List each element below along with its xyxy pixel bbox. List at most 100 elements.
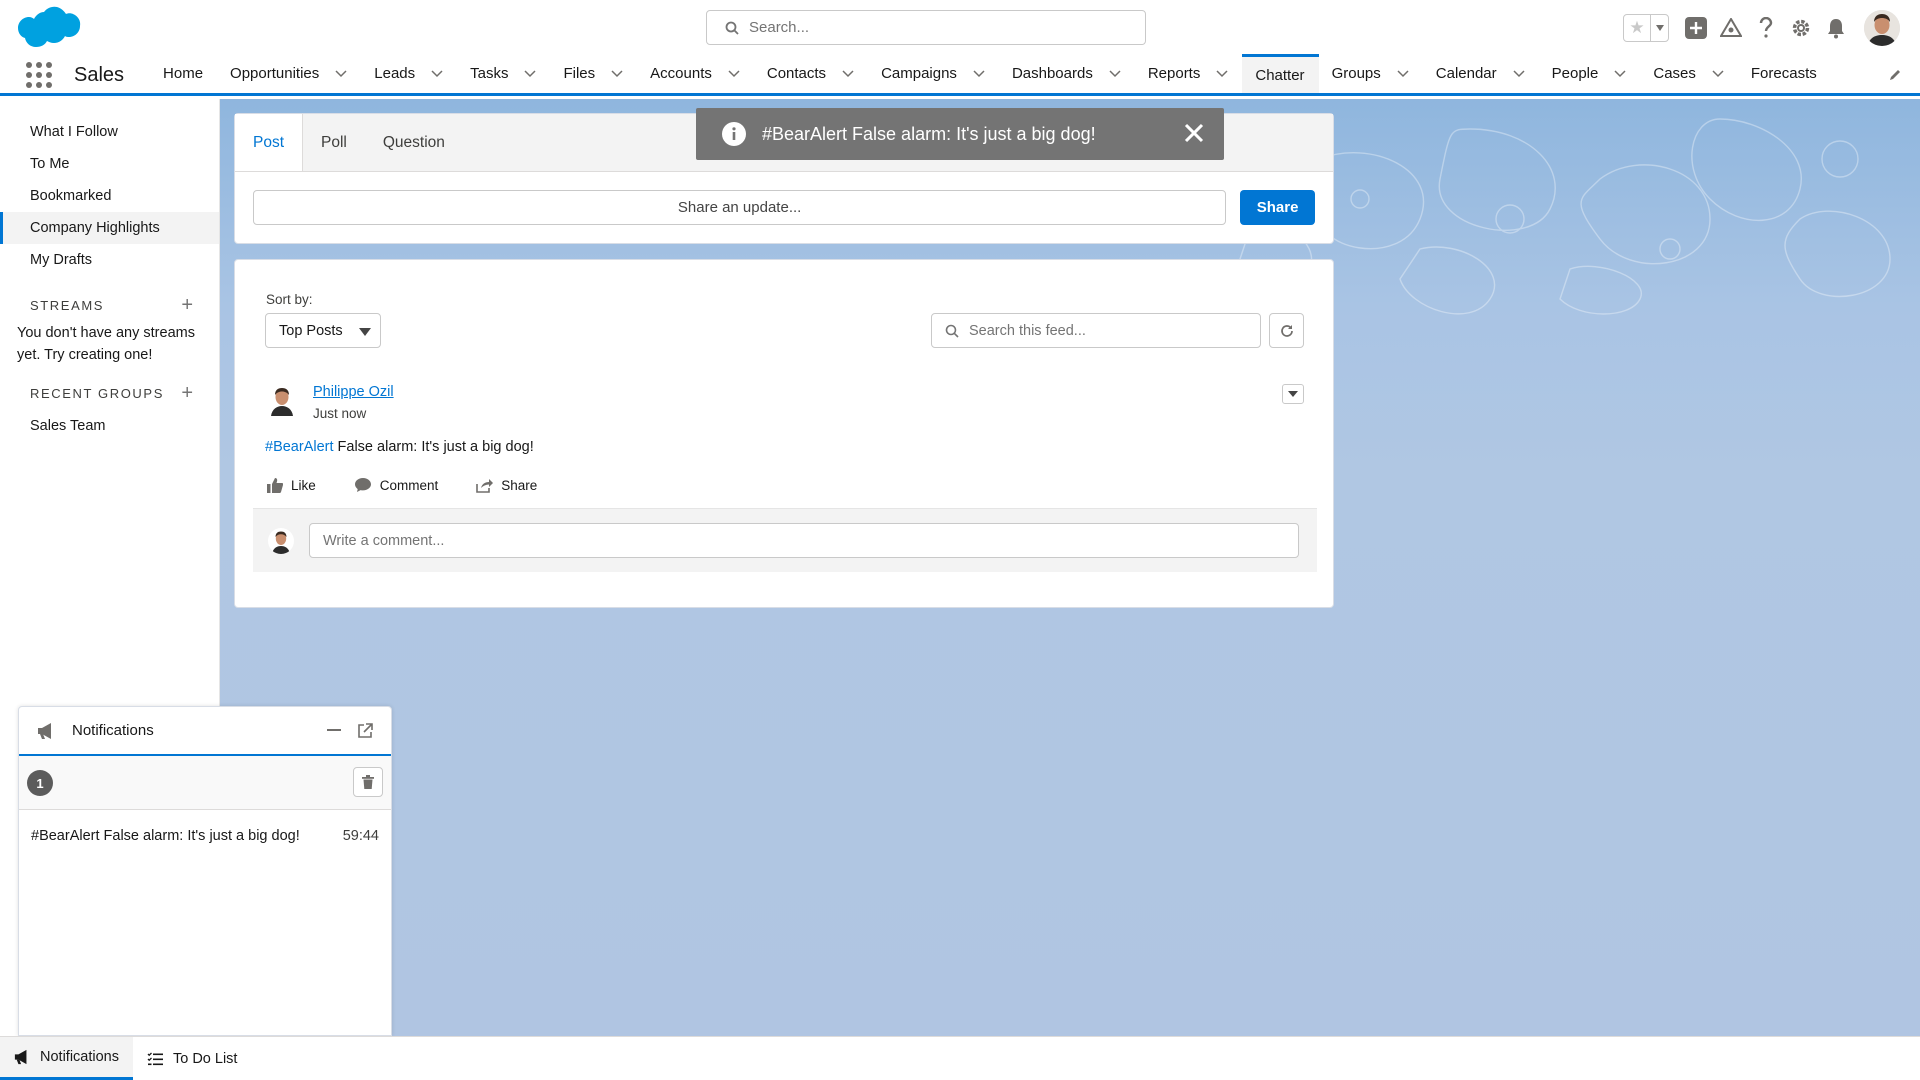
nav-item-contacts[interactable]: Contacts [754, 54, 868, 93]
user-avatar[interactable] [1864, 10, 1900, 46]
nav-items: Home Opportunities Leads Tasks Files Accounts… [150, 54, 1831, 96]
nav-item-leads[interactable]: Leads [361, 54, 457, 93]
nav-item-tasks[interactable]: Tasks [457, 54, 550, 93]
tab-post[interactable]: Post [235, 114, 304, 171]
share-button[interactable]: Share [1240, 190, 1315, 225]
chevron-down-icon[interactable] [611, 69, 623, 78]
global-search[interactable] [706, 10, 1146, 45]
notification-item-text: #BearAlert False alarm: It's just a big … [31, 828, 300, 844]
sidebar-group-sales-team[interactable]: Sales Team [0, 410, 219, 442]
nav-item-reports[interactable]: Reports [1135, 54, 1243, 93]
nav-item-files[interactable]: Files [550, 54, 637, 93]
chevron-down-icon[interactable] [1109, 69, 1121, 78]
nav-item-accounts[interactable]: Accounts [637, 54, 754, 93]
chevron-down-icon[interactable] [728, 69, 740, 78]
chevron-down-icon [1288, 391, 1298, 397]
notifications-button[interactable] [1823, 15, 1849, 41]
share-post-button[interactable]: Share [476, 478, 537, 493]
add-stream-icon[interactable]: + [181, 294, 193, 317]
nav-item-cases[interactable]: Cases [1640, 54, 1738, 93]
header-icons: ★ [1623, 10, 1920, 46]
post-author-link[interactable]: Philippe Ozil [313, 384, 394, 400]
like-button[interactable]: Like [267, 477, 316, 493]
refresh-button[interactable] [1269, 313, 1304, 348]
nav-item-home[interactable]: Home [150, 54, 217, 93]
comment-input[interactable] [323, 532, 1283, 549]
post-actions-menu[interactable] [1282, 384, 1304, 404]
megaphone-icon [14, 1049, 27, 1065]
favorites-star-icon[interactable]: ★ [1624, 15, 1650, 41]
sidebar-item-what-i-follow[interactable]: What I Follow [0, 116, 219, 148]
post-text: False alarm: It's just a big dog! [333, 439, 534, 455]
notifications-panel-title: Notifications [72, 722, 154, 739]
utility-bar: Notifications To Do List [0, 1036, 1920, 1080]
post-actions: Like Comment Share [267, 477, 575, 493]
nav-item-forecasts[interactable]: Forecasts [1738, 54, 1831, 93]
post-body: #BearAlert False alarm: It's just a big … [265, 439, 534, 455]
close-icon[interactable] [1182, 121, 1206, 145]
nav-item-chatter[interactable]: Chatter [1242, 54, 1319, 96]
global-search-input[interactable] [749, 19, 1129, 36]
minimize-icon[interactable] [327, 729, 341, 731]
chevron-down-icon[interactable] [431, 69, 443, 78]
salesforce-logo-icon[interactable] [18, 6, 82, 50]
post-author-avatar[interactable] [266, 384, 298, 416]
sidebar-item-bookmarked[interactable]: Bookmarked [0, 180, 219, 212]
nav-item-opportunities[interactable]: Opportunities [217, 54, 361, 93]
recent-groups-section-header: RECENT GROUPS + [0, 382, 219, 404]
comment-field[interactable] [309, 523, 1299, 558]
clear-notifications-button[interactable] [353, 767, 383, 797]
add-group-icon[interactable]: + [181, 382, 193, 405]
chevron-down-icon[interactable] [1397, 69, 1409, 78]
nav-item-label: Leads [374, 65, 416, 82]
chevron-down-icon[interactable] [973, 69, 985, 78]
chevron-down-icon[interactable] [1513, 69, 1525, 78]
refresh-icon [1280, 324, 1293, 337]
nav-item-campaigns[interactable]: Campaigns [868, 54, 999, 93]
nav-item-label: Opportunities [230, 65, 320, 82]
sidebar-links: What I Follow To Me Bookmarked Company High… [0, 116, 219, 276]
nav-item-label: People [1551, 65, 1599, 82]
post-hashtag-link[interactable]: #BearAlert [265, 439, 334, 455]
sidebar-item-my-drafts[interactable]: My Drafts [0, 244, 219, 276]
nav-item-calendar[interactable]: Calendar [1423, 54, 1539, 93]
nav-item-groups[interactable]: Groups [1319, 54, 1423, 93]
like-label: Like [291, 477, 316, 493]
chevron-down-icon[interactable] [1614, 69, 1626, 78]
popout-icon[interactable] [357, 723, 373, 739]
global-actions-button[interactable] [1683, 15, 1709, 41]
comment-button[interactable]: Comment [354, 477, 439, 493]
tab-question[interactable]: Question [364, 114, 463, 171]
trailhead-button[interactable] [1718, 15, 1744, 41]
help-button[interactable] [1753, 15, 1779, 41]
app-launcher-icon[interactable] [26, 62, 52, 88]
global-header: ★ [0, 0, 1920, 54]
nav-item-dashboards[interactable]: Dashboards [999, 54, 1135, 93]
utility-notifications[interactable]: Notifications [0, 1037, 133, 1080]
sidebar-item-company-highlights[interactable]: Company Highlights [0, 212, 219, 244]
nav-item-label: Groups [1331, 65, 1381, 82]
sort-select[interactable]: Top Posts [265, 313, 381, 348]
notification-item[interactable]: #BearAlert False alarm: It's just a big … [19, 810, 391, 858]
chevron-down-icon[interactable] [335, 69, 347, 78]
commenter-avatar [268, 528, 294, 554]
tab-poll[interactable]: Poll [303, 114, 365, 171]
comment-label: Comment [379, 477, 439, 493]
help-icon [1759, 17, 1773, 38]
chevron-down-icon[interactable] [842, 69, 854, 78]
favorites-list-button[interactable] [1650, 15, 1668, 41]
avatar-icon [266, 384, 298, 416]
chevron-down-icon[interactable] [1216, 69, 1228, 78]
chevron-down-icon[interactable] [524, 69, 537, 78]
sidebar-item-to-me[interactable]: To Me [0, 148, 219, 180]
notifications-panel-header: Notifications [19, 707, 391, 756]
nav-item-people[interactable]: People [1539, 54, 1641, 93]
utility-todo-list[interactable]: To Do List [133, 1037, 251, 1080]
feed-search-input[interactable] [969, 322, 1249, 339]
chevron-down-icon[interactable] [1712, 69, 1724, 78]
feed-search[interactable] [931, 313, 1261, 348]
edit-nav-icon[interactable] [1888, 68, 1902, 82]
publisher-body: Share an update... Share [235, 172, 1333, 243]
setup-button[interactable] [1788, 15, 1814, 41]
share-update-input[interactable]: Share an update... [253, 190, 1227, 225]
